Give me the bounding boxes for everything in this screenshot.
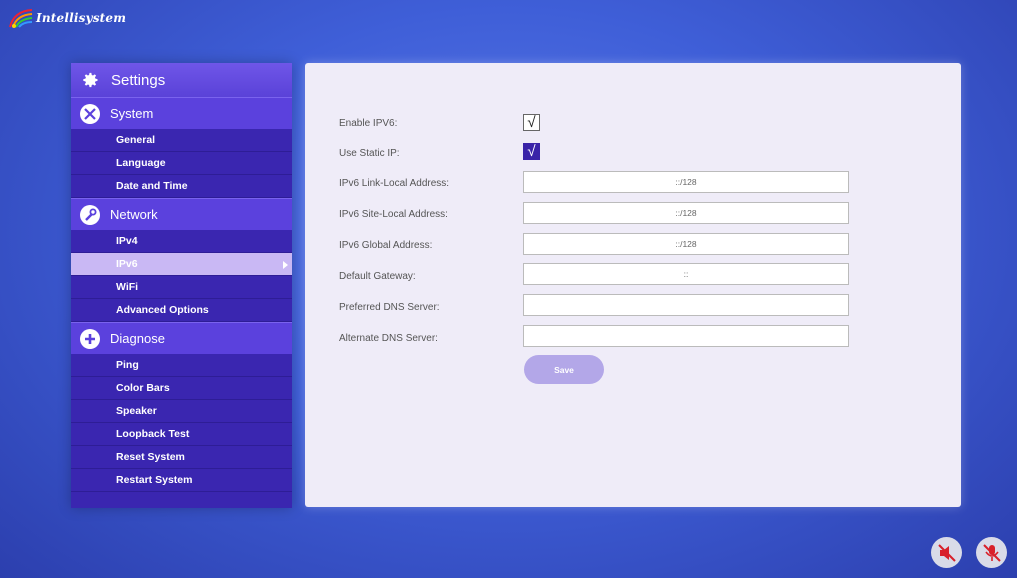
- global-address-label: IPv6 Global Address:: [339, 240, 433, 251]
- sidebar-item-ping[interactable]: Ping: [71, 354, 292, 377]
- checkmark-icon: √: [527, 114, 536, 131]
- sidebar-item-ipv4[interactable]: IPv4: [71, 230, 292, 253]
- enable-ipv6-checkbox[interactable]: √: [523, 114, 540, 131]
- sidebar-item-wifi[interactable]: WiFi: [71, 276, 292, 299]
- ipv6-settings-panel: Enable IPV6: √ Use Static IP: √ IPv6 Lin…: [305, 63, 961, 507]
- sidebar-item-language[interactable]: Language: [71, 152, 292, 175]
- system-tools-icon: [80, 103, 100, 124]
- diagnose-plus-icon: [80, 328, 100, 349]
- sidebar-item-general[interactable]: General: [71, 129, 292, 152]
- network-wrench-icon: [80, 204, 100, 225]
- sidebar-item-color-bars[interactable]: Color Bars: [71, 377, 292, 400]
- sidebar-item-advanced-options[interactable]: Advanced Options: [71, 299, 292, 322]
- brand-name: Intellisystem: [36, 11, 127, 25]
- alternate-dns-label: Alternate DNS Server:: [339, 333, 438, 344]
- section-label: System: [110, 106, 154, 121]
- microphone-muted-icon[interactable]: [976, 537, 1007, 568]
- speaker-muted-icon[interactable]: [931, 537, 962, 568]
- preferred-dns-field[interactable]: [523, 294, 849, 316]
- section-diagnose[interactable]: Diagnose: [71, 322, 292, 354]
- settings-sidebar: Settings System General Language Date an…: [71, 63, 292, 508]
- section-label: Network: [110, 207, 158, 222]
- global-address-field[interactable]: ::/128: [523, 233, 849, 255]
- sidebar-item-date-and-time[interactable]: Date and Time: [71, 175, 292, 198]
- default-gateway-label: Default Gateway:: [339, 271, 416, 282]
- settings-gear-icon: [83, 72, 98, 88]
- link-local-address-field[interactable]: ::/128: [523, 171, 849, 193]
- sidebar-title-label: Settings: [111, 71, 166, 89]
- brand-logo-icon: [9, 9, 33, 28]
- sidebar-title: Settings: [71, 63, 292, 97]
- save-button[interactable]: Save: [524, 355, 604, 384]
- sidebar-item-speaker[interactable]: Speaker: [71, 400, 292, 423]
- enable-ipv6-label: Enable IPV6:: [339, 118, 398, 129]
- checkmark-icon: √: [527, 143, 536, 160]
- sidebar-item-loopback-test[interactable]: Loopback Test: [71, 423, 292, 446]
- sidebar-item-label: IPv6: [116, 258, 138, 270]
- site-local-address-label: IPv6 Site-Local Address:: [339, 209, 448, 220]
- use-static-ip-label: Use Static IP:: [339, 148, 400, 159]
- alternate-dns-field[interactable]: [523, 325, 849, 347]
- sidebar-item-ipv6[interactable]: IPv6: [71, 253, 292, 276]
- use-static-ip-checkbox[interactable]: √: [523, 143, 540, 160]
- preferred-dns-label: Preferred DNS Server:: [339, 302, 440, 313]
- sidebar-item-reset-system[interactable]: Reset System: [71, 446, 292, 469]
- brand-logo: Intellisystem: [8, 6, 126, 30]
- chevron-right-icon: [283, 261, 288, 269]
- sidebar-item-restart-system[interactable]: Restart System: [71, 469, 292, 492]
- default-gateway-field[interactable]: ::: [523, 263, 849, 285]
- section-system[interactable]: System: [71, 97, 292, 129]
- site-local-address-field[interactable]: ::/128: [523, 202, 849, 224]
- section-network[interactable]: Network: [71, 198, 292, 230]
- link-local-address-label: IPv6 Link-Local Address:: [339, 178, 450, 189]
- section-label: Diagnose: [110, 331, 165, 346]
